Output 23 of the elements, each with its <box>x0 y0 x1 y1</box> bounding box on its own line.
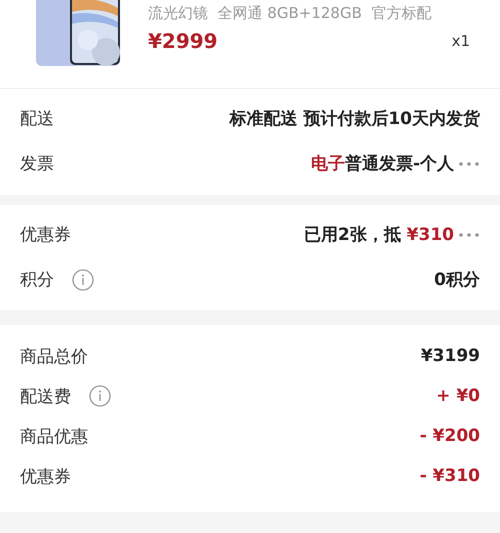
summary-label: 商品优惠 <box>20 426 88 448</box>
row-label: 积分 <box>20 269 54 291</box>
row-value[interactable]: 标准配送 预计付款后10天内发货 <box>229 107 480 130</box>
more-icon[interactable] <box>458 160 480 166</box>
row-label: 发票 <box>20 153 54 175</box>
product-spec: 流光幻镜 全网通 8GB+128GB 官方标配 <box>148 4 432 23</box>
product-price: ¥2999 <box>148 29 218 53</box>
summary-label: 配送费 <box>20 386 71 408</box>
summary-amount: + ¥0 <box>436 386 480 406</box>
summary-amount: - ¥200 <box>420 426 480 446</box>
info-icon[interactable] <box>89 385 111 407</box>
quantity: x1 <box>452 32 470 50</box>
row-label: 配送 <box>20 108 54 130</box>
row-value[interactable]: 电子普通发票-个人 <box>310 152 454 175</box>
row-value[interactable]: 已用2张，抵 ¥310 <box>304 223 454 246</box>
row-value[interactable]: 0积分 <box>434 268 480 291</box>
summary-amount: ¥3199 <box>420 346 480 366</box>
row-label: 优惠券 <box>20 224 71 246</box>
more-icon[interactable] <box>458 232 480 238</box>
summary-label: 优惠券 <box>20 466 71 488</box>
info-icon[interactable] <box>72 268 94 290</box>
summary-label: 商品总价 <box>20 346 88 368</box>
summary-amount: - ¥310 <box>420 466 480 486</box>
